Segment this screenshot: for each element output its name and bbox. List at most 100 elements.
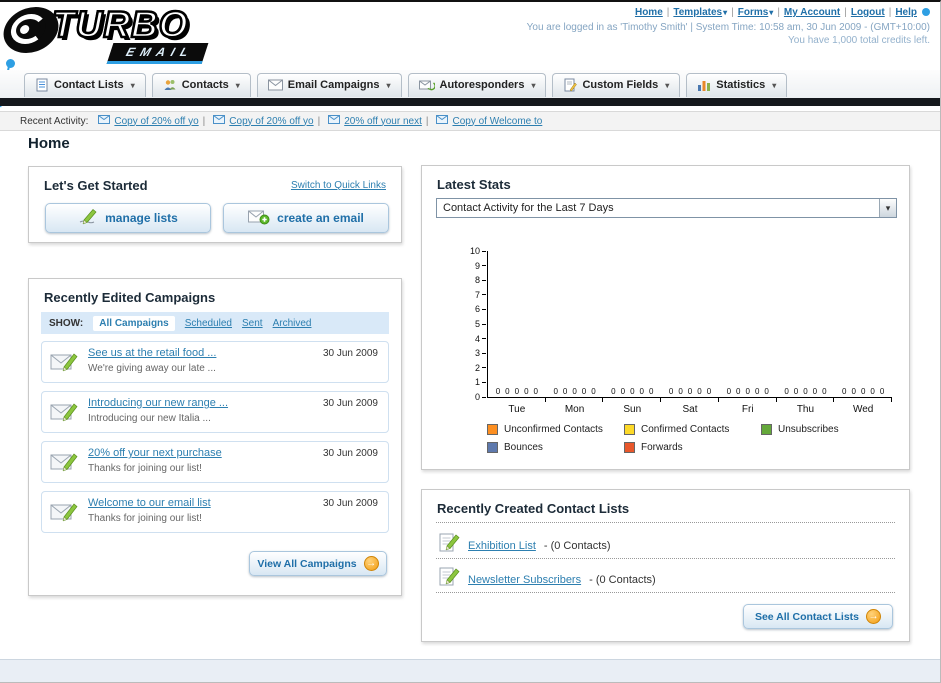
separator: | (425, 115, 429, 127)
header-link-my-account[interactable]: My Account (784, 7, 840, 18)
campaign-title-link[interactable]: 20% off your next purchase (88, 447, 222, 459)
create-email-label: create an email (277, 211, 364, 225)
campaign-row[interactable]: 20% off your next purchase Thanks for jo… (41, 441, 389, 483)
nav-tab-custom-fields[interactable]: Custom Fields ▾ (552, 73, 681, 97)
legend-label: Forwards (641, 442, 683, 453)
campaign-rows: See us at the retail food ... We're givi… (41, 341, 389, 541)
contact-list-name[interactable]: Exhibition List (468, 540, 536, 552)
recent-activity-item[interactable]: Copy of Welcome to (436, 115, 542, 127)
nav-tab-label: Statistics (716, 79, 766, 91)
y-tick: 10 (456, 246, 486, 256)
x-axis-label: Tue (508, 404, 526, 415)
header-links: Home | Templates▾ | Forms▾ | My Account | Logout… (527, 7, 930, 18)
campaign-title-link[interactable]: Introducing our new range ... (88, 397, 228, 409)
manage-lists-button[interactable]: manage lists (45, 203, 211, 233)
recent-activity-bar: Recent Activity: Copy of 20% off yo | Co… (0, 111, 940, 131)
logo-turbo-text: TURBO (51, 4, 189, 45)
y-tick: 3 (456, 348, 486, 358)
legend-swatch-icon (624, 424, 635, 435)
nav-tab-autoresponders[interactable]: Autoresponders ▾ (407, 73, 547, 97)
y-axis: 10 9 8 7 6 5 4 3 2 1 0 (470, 246, 892, 402)
value-label-group: 00000 (834, 387, 892, 402)
contact-list-name[interactable]: Newsletter Subscribers (468, 574, 581, 586)
filter-scheduled[interactable]: Scheduled (185, 318, 232, 329)
campaign-row[interactable]: Welcome to our email list Thanks for joi… (41, 491, 389, 533)
contact-list-item[interactable]: Exhibition List - (0 Contacts) (438, 532, 611, 559)
x-axis-label: Thu (796, 404, 815, 415)
x-axis-label: Sun (623, 404, 642, 415)
header-link-templates[interactable]: Templates (673, 7, 722, 18)
campaign-edit-icon (50, 401, 78, 428)
campaign-date: 30 Jun 2009 (322, 348, 378, 359)
view-all-campaigns-button[interactable]: View All Campaigns → (249, 551, 387, 576)
email-icon (328, 115, 341, 127)
nav-tab-contacts[interactable]: Contacts ▾ (151, 73, 251, 97)
header-link-logout[interactable]: Logout (851, 7, 885, 18)
y-tick: 9 (456, 261, 486, 271)
separator: | (731, 7, 734, 18)
switch-to-quick-links[interactable]: Switch to Quick Links (291, 180, 386, 191)
value-label-group: 00000 (719, 387, 777, 402)
arrow-right-icon: → (866, 609, 882, 624)
recent-activity-item[interactable]: 20% off your next (328, 115, 422, 127)
filter-sent[interactable]: Sent (242, 318, 263, 329)
contact-list-item[interactable]: Newsletter Subscribers - (0 Contacts) (438, 566, 656, 593)
chevron-down-icon: ▾ (723, 8, 728, 17)
legend-label: Unconfirmed Contacts (504, 424, 603, 435)
filter-all-campaigns[interactable]: All Campaigns (93, 315, 175, 331)
nav-tab-email-campaigns[interactable]: Email Campaigns ▾ (256, 73, 402, 97)
campaign-date: 30 Jun 2009 (322, 498, 378, 509)
header-link-help[interactable]: Help (895, 7, 917, 18)
x-axis-label: Mon (564, 404, 585, 415)
main-nav: Contact Lists ▾ Contacts ▾ Email Campaig… (24, 73, 788, 97)
legend-item: Forwards (624, 442, 761, 453)
y-tick: 6 (456, 304, 486, 314)
campaign-edit-icon (50, 501, 78, 528)
legend-item: Bounces (487, 442, 624, 453)
nav-tab-label: Custom Fields (582, 79, 659, 91)
value-label-group: 00000 (777, 387, 835, 402)
nav-tab-label: Contacts (181, 79, 229, 91)
logo-email-text: EMAIL (106, 43, 209, 65)
campaign-filter-bar: SHOW: All Campaigns Scheduled Sent Archi… (41, 312, 389, 334)
campaign-subtitle: Thanks for joining our list! (88, 513, 202, 524)
separator: | (888, 7, 892, 18)
nav-tab-contact-lists[interactable]: Contact Lists ▾ (24, 73, 146, 97)
filter-archived[interactable]: Archived (273, 318, 312, 329)
stats-chart: 10 9 8 7 6 5 4 3 2 1 0 000000000000000000000000000… (470, 246, 892, 415)
stats-period-select[interactable]: Contact Activity for the Last 7 Days ▾ (436, 198, 897, 218)
separator: | (777, 7, 780, 18)
show-label: SHOW: (49, 317, 84, 329)
y-tick: 5 (456, 319, 486, 329)
campaign-row[interactable]: Introducing our new range ... Introducin… (41, 391, 389, 433)
value-label-group: 00000 (661, 387, 719, 402)
create-email-button[interactable]: create an email (223, 203, 389, 233)
dotted-divider (436, 592, 895, 593)
email-icon (213, 115, 226, 127)
login-info: You are logged in as 'Timothy Smith' | S… (526, 22, 930, 33)
recent-activity-item[interactable]: Copy of 20% off yo (213, 115, 314, 127)
y-tick: 4 (456, 334, 486, 344)
campaign-title-link[interactable]: Welcome to our email list (88, 497, 211, 509)
see-all-contact-lists-button[interactable]: See All Contact Lists → (743, 604, 893, 629)
campaign-title-link[interactable]: See us at the retail food ... (88, 347, 216, 359)
list-edit-icon (438, 566, 460, 593)
value-label-group: 00000 (546, 387, 604, 402)
nav-tab-label: Autoresponders (439, 79, 525, 91)
campaign-row[interactable]: See us at the retail food ... We're givi… (41, 341, 389, 383)
turbo-email-logo[interactable]: TURBO EMAIL (0, 4, 209, 65)
new-email-icon (248, 209, 270, 228)
header-link-forms[interactable]: Forms (738, 7, 769, 18)
nav-tab-statistics[interactable]: Statistics ▾ (686, 73, 788, 97)
legend-item: Unsubscribes (761, 424, 898, 435)
legend-swatch-icon (487, 424, 498, 435)
pencil-icon (78, 208, 98, 229)
header-link-home[interactable]: Home (635, 7, 663, 18)
campaigns-title: Recently Edited Campaigns (44, 290, 216, 305)
credits-info: You have 1,000 total credits left. (788, 35, 930, 46)
value-label-group: 00000 (488, 387, 546, 402)
chevron-down-icon: ▾ (772, 80, 777, 90)
campaign-date: 30 Jun 2009 (322, 448, 378, 459)
recent-activity-item[interactable]: Copy of 20% off yo (98, 115, 199, 127)
arrow-right-icon: → (363, 556, 379, 571)
